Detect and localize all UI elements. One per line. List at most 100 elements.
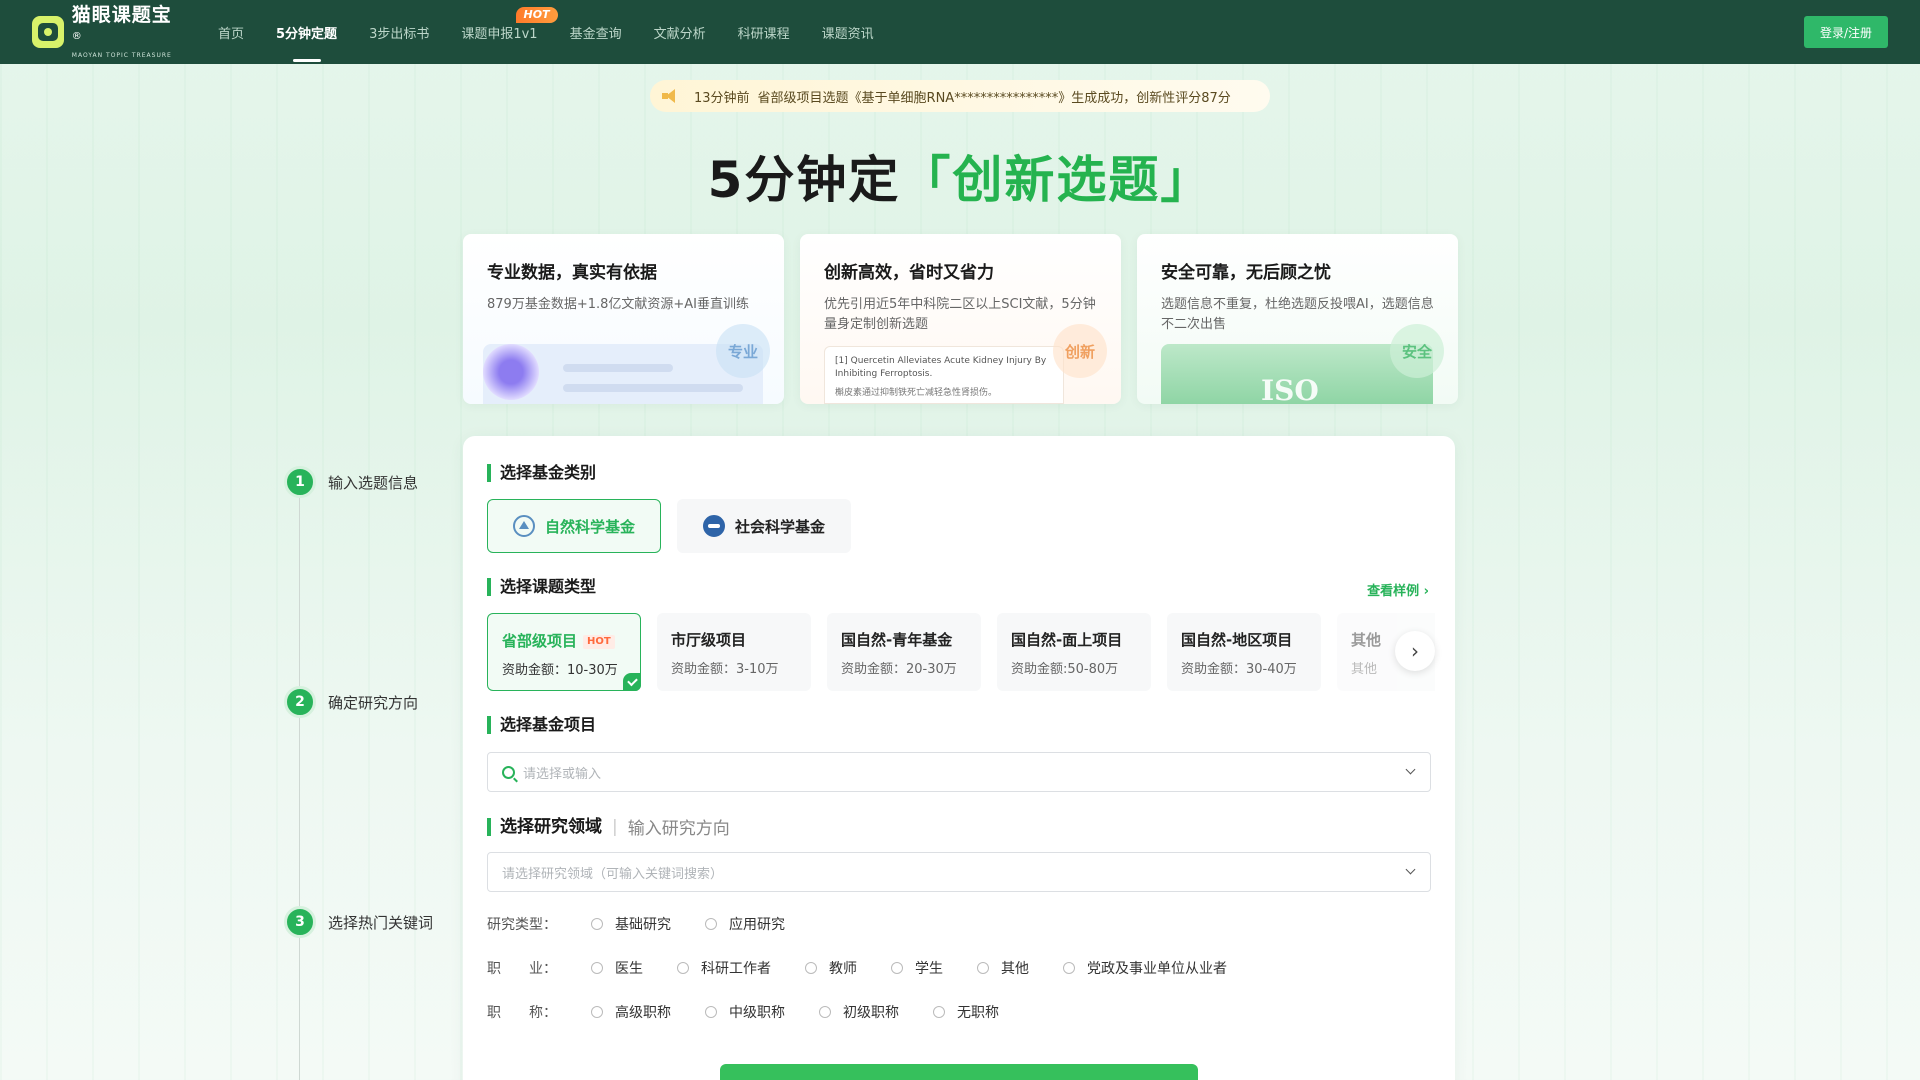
project-type-nsfc-regional[interactable]: 国自然-地区项目 资助金额：30-40万 [1167,613,1321,691]
radio-label: 高级职称 [615,1005,671,1021]
radio-doctor[interactable]: 医生 [591,958,643,978]
radio-senior-title[interactable]: 高级职称 [591,1002,671,1022]
research-type-label: 研究类型： [487,917,557,933]
nsfc-logo-icon [512,515,535,537]
nav-application-1v1[interactable]: 课题申报1v1 HOT [445,0,558,64]
nav-label: 基金查询 [569,26,622,42]
nav-label: 课题资讯 [821,26,874,42]
generate-topic-button[interactable] [720,1064,1198,1080]
research-type-row: 研究类型： 基础研究 应用研究 [487,914,819,934]
title-rank-row: 职 称： 高级职称 中级职称 初级职称 无职称 [487,1002,1033,1022]
radio-applied-research[interactable]: 应用研究 [705,914,785,934]
feature-tag: 创新 [1053,324,1107,378]
see-sample-link[interactable]: 查看样例 › [1367,580,1429,599]
nav-research-course[interactable]: 科研课程 [722,0,806,64]
title-prefix: 5分钟定 [707,151,901,209]
iso-badge-text: ISO [1261,374,1319,404]
radio-circle [591,1006,603,1018]
scroll-next-button[interactable]: › [1395,631,1435,671]
nav-label: 课题申报1v1 [461,26,538,42]
type-name: 省部级项目 [502,632,578,650]
logo-main-text: 猫眼课题宝 [71,4,172,27]
step-label: 确定研究方向 [328,693,419,712]
nav-home[interactable]: 首页 [202,0,260,64]
radio-no-title[interactable]: 无职称 [933,1002,999,1022]
step-number: 2 [284,686,316,718]
fund-category-social-science[interactable]: 社会科学基金 [677,499,851,553]
radio-circle [677,962,689,974]
type-amount: 资助金额：10-30万 [502,663,618,678]
feature-tag: 安全 [1390,324,1444,378]
research-field-placeholder: 请选择研究领域（可输入关键词搜索） [502,866,724,882]
feature-card-innovation: 创新高效，省时又省力 优先引用近5年中科院二区以上SCI文献，5分钟量身定制创新… [800,234,1121,404]
logo-mark-icon [32,15,64,48]
research-field-tabs: 选择研究领域 | 输入研究方向 [487,814,730,839]
nav-fund-query[interactable]: 基金查询 [554,0,638,64]
step-2: 2 确定研究方向 [284,686,418,718]
radio-intermediate-title[interactable]: 中级职称 [705,1002,785,1022]
step-label: 输入选题信息 [328,473,419,492]
fund-category-natural-science[interactable]: 自然科学基金 [487,499,661,553]
nav-label: 文献分析 [653,26,706,42]
radio-label: 其他 [1001,961,1029,977]
title-rank-label: 职 称： [487,1005,557,1021]
step-number: 3 [284,906,316,938]
radio-student[interactable]: 学生 [891,958,943,978]
project-type-nsfc-youth[interactable]: 国自然-青年基金 资助金额：20-30万 [827,613,981,691]
fund-category-label: 社会科学基金 [734,517,825,536]
radio-teacher[interactable]: 教师 [805,958,857,978]
feature-card-security: 安全可靠，无后顾之忧 选题信息不重复，杜绝选题反投喂AI，选题信息不二次出售 I… [1137,234,1458,404]
title-highlight: 「创新选题」 [900,151,1213,209]
radio-junior-title[interactable]: 初级职称 [819,1002,899,1022]
topic-form-card: 选择基金类别 自然科学基金 社会科学基金 选择课题类型 查看样例 › 省部级项目… [463,436,1455,1080]
chevron-down-icon [1405,864,1416,875]
check-icon [623,673,641,691]
radio-other[interactable]: 其他 [977,958,1029,978]
paper-title: [1] Quercetin Alleviates Acute Kidney In… [835,356,1047,379]
chevron-down-icon [1405,764,1416,775]
search-icon [502,765,515,779]
step-label: 选择热门关键词 [328,913,434,932]
nav-3step-proposal[interactable]: 3步出标书 [353,0,445,64]
main-nav: 首页 5分钟定题 3步出标书 课题申报1v1 HOT 基金查询 文献分析 科研课程… [202,0,890,64]
page-title: 5分钟定「创新选题」 [0,140,1920,212]
fund-project-select[interactable]: 请选择或输入 [487,752,1431,792]
radio-circle [705,918,717,930]
feature-cards: 专业数据，真实有依据 879万基金数据+1.8亿文献资源+AI垂直训练 专业 创… [463,234,1458,404]
step-connector-line [299,486,300,1080]
radio-circle [705,1006,717,1018]
radio-label: 医生 [615,961,643,977]
nav-5min-topic[interactable]: 5分钟定题 [260,0,353,64]
nav-topic-news[interactable]: 课题资讯 [806,0,890,64]
feature-tag: 专业 [716,324,770,378]
type-name: 国自然-地区项目 [1181,631,1293,649]
radio-label: 无职称 [957,1005,999,1021]
tab-separator: | [612,816,618,837]
radio-circle [1063,962,1075,974]
hot-badge: HOT [515,7,558,23]
radio-label: 科研工作者 [701,961,771,977]
logo[interactable]: 猫眼课题宝 ® MAOYAN TOPIC TREASURE [32,4,182,59]
radio-researcher[interactable]: 科研工作者 [677,958,771,978]
radio-public-sector[interactable]: 党政及事业单位从业者 [1063,958,1227,978]
fund-project-title: 选择基金项目 [487,716,596,734]
project-type-nsfc-general[interactable]: 国自然-面上项目 资助金额:50-80万 [997,613,1151,691]
feature-card-professional: 专业数据，真实有依据 879万基金数据+1.8亿文献资源+AI垂直训练 专业 [463,234,784,404]
nav-literature-analysis[interactable]: 文献分析 [638,0,722,64]
research-field-select[interactable]: 请选择研究领域（可输入关键词搜索） [487,852,1431,892]
feature-desc: 优先引用近5年中科院二区以上SCI文献，5分钟量身定制创新选题 [824,297,1096,332]
step-1: 1 输入选题信息 [284,466,418,498]
logo-registered-mark: ® [71,31,83,43]
occupation-row: 职 业： 医生 科研工作者 教师 学生 其他 党政及事业单位从业者 [487,958,1261,978]
feature-title: 安全可靠，无后顾之忧 [1161,263,1331,283]
type-amount: 资助金额：3-10万 [671,662,779,677]
paper-translation: 槲皮素通过抑制铁死亡减轻急性肾损伤。 [835,388,998,398]
tab-input-research-direction[interactable]: 输入研究方向 [628,814,730,839]
radio-basic-research[interactable]: 基础研究 [591,914,671,934]
project-type-provincial[interactable]: 省部级项目 HOT 资助金额：10-30万 [487,613,641,691]
tab-select-research-field[interactable]: 选择研究领域 [487,817,602,836]
nav-label: 首页 [218,26,245,42]
paper-illustration: [1] Quercetin Alleviates Acute Kidney In… [824,346,1064,404]
project-type-municipal[interactable]: 市厅级项目 资助金额：3-10万 [657,613,811,691]
login-register-button[interactable]: 登录/注册 [1804,16,1888,48]
